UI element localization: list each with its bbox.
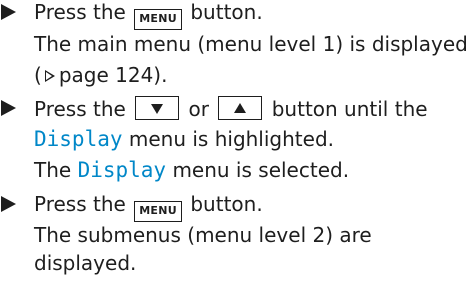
step-bullet-icon — [1, 196, 16, 212]
instruction-text: button. — [190, 192, 263, 216]
instruction-text: button until the — [271, 97, 428, 121]
result-text: ( — [34, 63, 42, 87]
page-reference-link[interactable]: page 124). — [59, 63, 168, 87]
up-arrow-icon — [234, 103, 247, 113]
up-arrow-key — [218, 96, 263, 120]
result-text: displayed. — [34, 251, 137, 275]
page-reference-icon — [44, 70, 55, 82]
menu-key-icon: MENU — [134, 201, 182, 222]
display-menu-name: Display — [34, 127, 123, 151]
instruction-text: button. — [190, 0, 263, 24]
down-arrow-key — [135, 96, 180, 120]
step-1-result: The main menu (menu level 1) is displaye… — [34, 32, 466, 57]
step-3-result-cont: displayed. — [34, 251, 136, 276]
step-3-instruction: Press the MENU button. — [34, 192, 263, 222]
step-2-instruction: Press the or button until the — [34, 96, 428, 122]
result-text: menu is selected. — [172, 158, 350, 182]
step-2-instruction-cont: Display menu is highlighted. — [34, 127, 334, 152]
down-arrow-icon — [151, 104, 164, 114]
step-1-result-ref: ( page 124). — [34, 63, 167, 88]
result-text: The main menu (menu level 1) is displaye… — [34, 32, 466, 56]
instruction-text: or — [188, 97, 210, 121]
instruction-text: Press the — [34, 97, 126, 121]
step-2-result: The Display menu is selected. — [34, 158, 349, 183]
instruction-page: Press the MENU button. The main menu (me… — [0, 0, 466, 283]
instruction-text: Press the — [34, 0, 126, 24]
step-3-result: The submenus (menu level 2) are — [34, 223, 372, 248]
step-bullet-icon — [1, 100, 16, 116]
menu-key-icon: MENU — [134, 9, 182, 30]
step-bullet-icon — [1, 4, 16, 20]
display-menu-name: Display — [77, 158, 167, 182]
result-text: The submenus (menu level 2) are — [34, 223, 372, 247]
instruction-text: Press the — [34, 192, 126, 216]
instruction-text: menu is highlighted. — [128, 127, 334, 151]
result-text: The — [34, 158, 72, 182]
step-1-instruction: Press the MENU button. — [34, 0, 263, 30]
